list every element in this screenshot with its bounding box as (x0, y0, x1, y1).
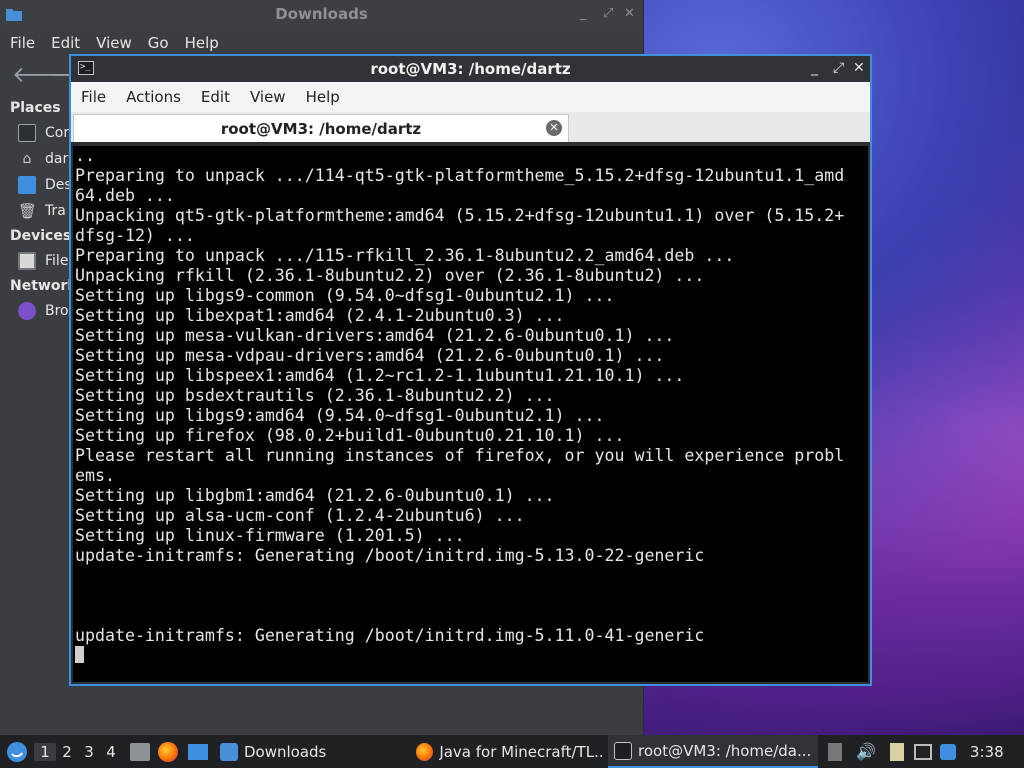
terminal-titlebar[interactable]: >_ root@VM3: /home/dartz _ ⤢ ✕ (71, 56, 870, 82)
task-terminal[interactable]: root@VM3: /home/da... (608, 735, 818, 768)
desktop-folder-icon (18, 176, 36, 194)
task-label: Downloads (244, 742, 327, 761)
firefox-icon (416, 742, 434, 761)
files-launcher-icon[interactable] (130, 742, 150, 761)
clock[interactable]: 3:38 (970, 743, 1004, 761)
clipboard-icon[interactable] (889, 742, 904, 761)
sidebar-item-desktop[interactable]: Des (0, 172, 70, 198)
terminal-title: root@VM3: /home/dartz (370, 60, 571, 78)
network-status-icon[interactable] (913, 743, 932, 760)
maximize-icon[interactable]: ⤢ (603, 6, 613, 21)
menu-go[interactable]: Go (148, 34, 169, 52)
notification-icon[interactable] (939, 743, 956, 760)
terminal-output: .. Preparing to unpack .../114-qt5-gtk-p… (75, 146, 845, 645)
menu-edit[interactable]: Edit (51, 34, 80, 52)
app-menu-icon[interactable] (0, 741, 34, 763)
terminal-icon (614, 741, 632, 760)
folder-icon (220, 742, 238, 761)
terminal-screen[interactable]: .. Preparing to unpack .../114-qt5-gtk-p… (73, 146, 868, 682)
menu-file[interactable]: File (10, 34, 35, 52)
task-downloads[interactable]: Downloads (214, 735, 410, 768)
menu-edit[interactable]: Edit (201, 88, 230, 106)
minimize-icon[interactable]: _ (580, 6, 587, 21)
firefox-launcher-icon[interactable] (158, 741, 178, 762)
network-heading: Network (10, 278, 77, 294)
menu-view[interactable]: View (96, 34, 132, 52)
computer-icon (18, 124, 36, 142)
menu-help[interactable]: Help (185, 34, 219, 52)
menu-file[interactable]: File (81, 88, 106, 106)
file-manager-sidebar: Places Cor ⌂ dar Des 🗑 Tra Devices File … (0, 96, 77, 324)
home-icon: ⌂ (22, 151, 32, 167)
menu-help[interactable]: Help (306, 88, 340, 106)
places-heading: Places (10, 100, 61, 116)
workspace-3[interactable]: 3 (78, 743, 100, 761)
terminal-tab-label: root@VM3: /home/dartz (220, 120, 422, 138)
sidebar-item-trash[interactable]: 🗑 Tra (0, 198, 70, 224)
sidebar-item-computer[interactable]: Cor (0, 120, 70, 146)
network-icon (18, 302, 36, 320)
volume-icon[interactable]: 🔊 (856, 742, 876, 761)
terminal-cursor (75, 646, 84, 663)
sidebar-item-filesystem[interactable]: File (0, 248, 70, 274)
file-manager-titlebar[interactable]: Downloads _ ⤢ ✕ (0, 0, 643, 30)
task-firefox[interactable]: Java for Minecraft/TL... (410, 735, 608, 768)
taskbar: 1 2 3 4 Downloads Java for Minecraft/TL.… (0, 735, 1024, 768)
drive-icon (18, 252, 36, 270)
workspace-1[interactable]: 1 (34, 742, 56, 761)
sidebar-item-browse-network[interactable]: Bro (0, 298, 70, 324)
terminal-tab[interactable]: root@VM3: /home/dartz ✕ (73, 114, 569, 142)
task-label: Java for Minecraft/TL... (439, 742, 602, 761)
close-icon[interactable]: ✕ (853, 60, 865, 76)
sidebar-item-label: Des (45, 177, 70, 193)
sidebar-item-label: Bro (45, 303, 69, 319)
show-desktop-icon[interactable] (828, 742, 842, 761)
sidebar-item-home[interactable]: ⌂ dar (0, 146, 70, 172)
menu-view[interactable]: View (250, 88, 286, 106)
workspace-4[interactable]: 4 (100, 743, 122, 761)
menu-actions[interactable]: Actions (126, 88, 181, 106)
minimize-icon[interactable]: _ (811, 60, 818, 76)
terminal-menubar: File Actions Edit View Help (71, 82, 870, 112)
terminal-tab-bar: root@VM3: /home/dartz ✕ (71, 112, 870, 142)
sidebar-item-label: dar (45, 151, 69, 167)
close-icon[interactable]: ✕ (624, 6, 635, 21)
terminal-window: >_ root@VM3: /home/dartz _ ⤢ ✕ File Acti… (69, 54, 872, 686)
sidebar-item-label: Cor (45, 125, 70, 141)
trash-icon: 🗑 (18, 202, 38, 220)
maximize-icon[interactable]: ⤢ (833, 60, 844, 76)
tab-close-icon[interactable]: ✕ (546, 120, 562, 136)
sidebar-item-label: File (45, 253, 69, 269)
file-manager-title: Downloads (275, 5, 368, 23)
desktop-launcher-icon[interactable] (188, 743, 208, 760)
workspace-2[interactable]: 2 (56, 743, 78, 761)
sidebar-item-label: Tra (45, 203, 66, 219)
file-manager-menubar: File Edit View Go Help (0, 30, 643, 56)
task-label: root@VM3: /home/da... (638, 741, 812, 760)
devices-heading: Devices (10, 228, 72, 244)
